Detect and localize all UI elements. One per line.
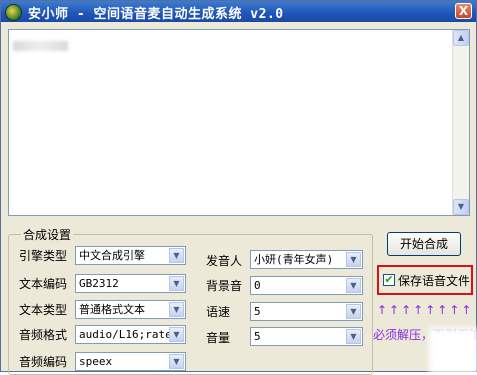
scroll-up-icon[interactable]: ▲ <box>453 30 469 46</box>
vertical-scrollbar[interactable]: ▲ ▼ <box>452 30 469 215</box>
up-arrows-icon: ↑↑↑↑↑↑↑↑ <box>377 303 474 317</box>
chevron-down-icon[interactable]: ▼ <box>169 354 184 369</box>
start-synthesis-button[interactable]: 开始合成 <box>387 232 461 256</box>
chevron-down-icon[interactable]: ▼ <box>346 304 361 319</box>
volume-value: 5 <box>254 330 261 343</box>
settings-group-title: 合成设置 <box>21 226 74 243</box>
chevron-down-icon[interactable]: ▼ <box>169 302 184 317</box>
audio-codec-label: 音频编码 <box>19 355 68 369</box>
chevron-down-icon[interactable]: ▼ <box>346 252 361 267</box>
chevron-down-icon[interactable]: ▼ <box>169 276 184 291</box>
text-type-value: 普通格式文本 <box>79 303 145 316</box>
audio-codec-value: speex <box>79 355 113 368</box>
voice-value: 小妍(青年女声) <box>254 253 334 266</box>
text-type-label: 文本类型 <box>19 303 68 317</box>
watermark-blur <box>429 328 477 373</box>
save-audio-highlight: ✔ 保存语音文件 <box>377 265 473 295</box>
scroll-down-icon[interactable]: ▼ <box>453 199 469 215</box>
chevron-down-icon[interactable]: ▼ <box>346 329 361 344</box>
background-sound-value: 0 <box>254 279 261 292</box>
audio-format-select[interactable]: audio/L16;rate= ▼ <box>75 325 186 344</box>
text-type-select[interactable]: 普通格式文本 ▼ <box>75 300 186 319</box>
volume-label: 音量 <box>206 331 231 345</box>
text-input-area[interactable]: ▲ ▼ <box>8 29 470 216</box>
audio-format-label: 音频格式 <box>19 328 68 342</box>
voice-select[interactable]: 小妍(青年女声) ▼ <box>250 250 363 269</box>
chevron-down-icon[interactable]: ▼ <box>346 278 361 293</box>
text-encoding-value: GB2312 <box>79 277 119 290</box>
audio-codec-select[interactable]: speex ▼ <box>75 352 186 371</box>
text-encoding-label: 文本编码 <box>19 277 68 291</box>
app-icon <box>5 4 22 21</box>
voice-label: 发音人 <box>206 254 243 268</box>
chevron-down-icon[interactable]: ▼ <box>169 327 184 342</box>
window-title: 安小师 - 空间语音麦自动生成系统 v2.0 <box>28 7 284 22</box>
main-window: 安小师 - 空间语音麦自动生成系统 v2.0 X ▲ ▼ 合成设置 引擎类型 中… <box>0 0 477 375</box>
chevron-down-icon[interactable]: ▼ <box>169 248 184 263</box>
speed-value: 5 <box>254 305 261 318</box>
background-sound-select[interactable]: 0 ▼ <box>250 276 363 295</box>
engine-type-value: 中文合成引擎 <box>79 249 145 262</box>
save-audio-label[interactable]: 保存语音文件 <box>398 272 470 289</box>
blurred-text <box>13 41 68 51</box>
text-encoding-select[interactable]: GB2312 ▼ <box>75 274 186 293</box>
engine-type-label: 引擎类型 <box>19 249 68 263</box>
close-button[interactable]: X <box>455 3 472 19</box>
volume-select[interactable]: 5 ▼ <box>250 327 363 346</box>
engine-type-select[interactable]: 中文合成引擎 ▼ <box>75 246 186 265</box>
speed-select[interactable]: 5 ▼ <box>250 302 363 321</box>
background-sound-label: 背景音 <box>206 279 243 293</box>
audio-format-value: audio/L16;rate= <box>79 328 179 341</box>
title-bar[interactable]: 安小师 - 空间语音麦自动生成系统 v2.0 X <box>1 1 476 22</box>
speed-label: 语速 <box>206 305 231 319</box>
save-audio-checkbox[interactable]: ✔ <box>383 274 395 286</box>
